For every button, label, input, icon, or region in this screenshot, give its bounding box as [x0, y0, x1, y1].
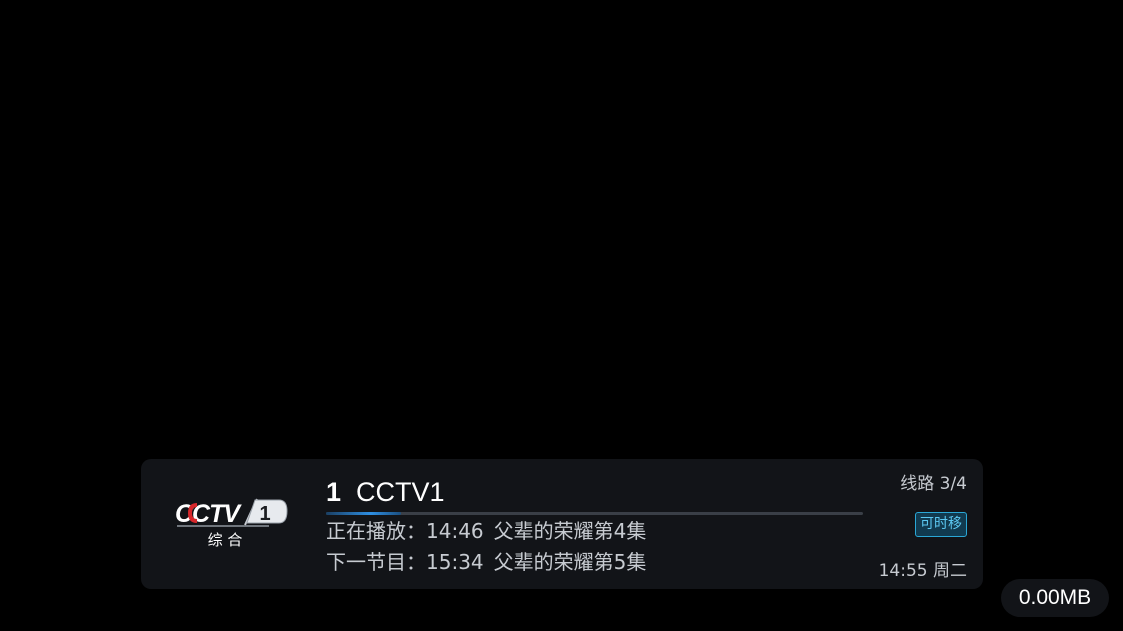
- logo-text: CCTV: [175, 500, 242, 528]
- channel-logo: CCTV 1 综 合: [173, 495, 289, 551]
- channel-number: 1: [326, 477, 342, 507]
- channel-details: 1 CCTV1 正在播放：14:46 父辈的荣耀第4集 下一节目：15:34 父辈的…: [326, 477, 866, 578]
- next-program-label: 下一节目：: [326, 550, 426, 574]
- logo-number: 1: [259, 503, 270, 525]
- logo-subtitle: 综 合: [208, 531, 243, 549]
- channel-info-panel: CCTV 1 综 合 1 CCTV1 正在播放：14:46 父辈的荣耀第4集 下…: [141, 459, 983, 589]
- channel-name: CCTV1: [356, 477, 445, 507]
- source-line-indicator: 线路 3/4: [900, 474, 967, 494]
- now-playing-label: 正在播放：: [326, 519, 426, 543]
- now-playing: 正在播放：14:46 父辈的荣耀第4集: [326, 516, 866, 547]
- cctv1-logo-icon: CCTV 1 综 合: [175, 498, 288, 549]
- next-program-time: 15:34: [426, 550, 484, 574]
- timeshift-badge: 可时移: [915, 512, 967, 537]
- now-playing-title: 父辈的荣耀第4集: [493, 519, 647, 543]
- channel-title-row: 1 CCTV1: [326, 477, 866, 509]
- next-program-title: 父辈的荣耀第5集: [493, 550, 647, 574]
- video-screen[interactable]: CCTV 1 综 合 1 CCTV1 正在播放：14:46 父辈的荣耀第4集 下…: [0, 0, 1123, 631]
- next-program: 下一节目：15:34 父辈的荣耀第5集: [326, 547, 866, 578]
- network-speed-badge: 0.00MB: [1001, 579, 1109, 617]
- program-progress-fill: [326, 512, 402, 515]
- now-playing-time: 14:46: [426, 519, 484, 543]
- program-progress-bar: [326, 512, 863, 515]
- clock: 14:55 周二: [878, 561, 967, 581]
